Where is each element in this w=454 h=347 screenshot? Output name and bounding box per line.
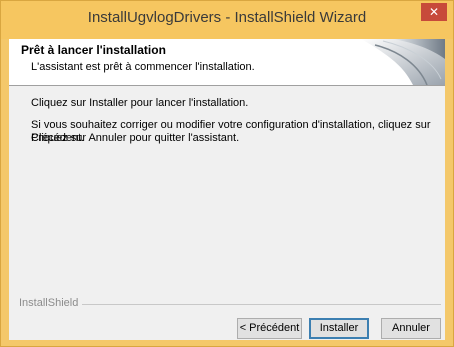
install-button[interactable]: Installer bbox=[309, 318, 369, 339]
close-icon[interactable]: ✕ bbox=[421, 3, 447, 21]
window-title: InstallUgvlogDrivers - InstallShield Wiz… bbox=[87, 9, 367, 26]
header-title: Prêt à lancer l'installation bbox=[21, 43, 166, 57]
wizard-header: Prêt à lancer l'installation L'assistant… bbox=[9, 39, 445, 86]
cancel-button[interactable]: Annuler bbox=[381, 318, 441, 339]
installshield-banner-icon bbox=[353, 39, 445, 85]
header-subtitle: L'assistant est prêt à commencer l'insta… bbox=[31, 61, 255, 73]
back-button[interactable]: < Précédent bbox=[237, 318, 302, 339]
body-cancel-hint: Cliquez sur Annuler pour quitter l'assis… bbox=[31, 132, 240, 144]
wizard-panel: Prêt à lancer l'installation L'assistant… bbox=[9, 39, 445, 340]
installshield-brand-separator: InstallShield bbox=[19, 297, 441, 311]
installshield-brand-label: InstallShield bbox=[19, 297, 83, 309]
title-bar[interactable]: InstallUgvlogDrivers - InstallShield Wiz… bbox=[1, 1, 453, 39]
body-instruction: Cliquez sur Installer pour lancer l'inst… bbox=[31, 97, 249, 109]
installer-window: InstallUgvlogDrivers - InstallShield Wiz… bbox=[0, 0, 454, 347]
